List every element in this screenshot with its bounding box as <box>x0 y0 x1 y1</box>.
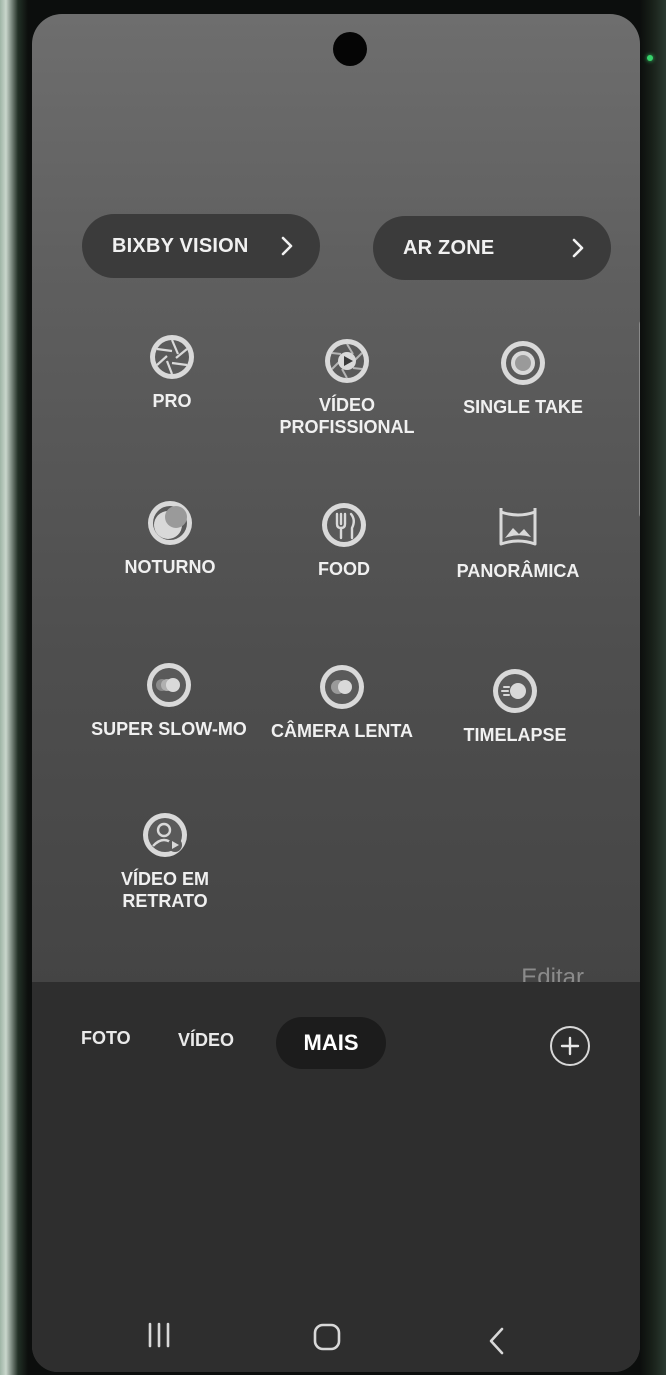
mode-label: PRO <box>152 391 192 411</box>
tab-video[interactable]: VÍDEO <box>178 1030 234 1051</box>
mode-food[interactable]: FOOD <box>249 500 439 580</box>
recent-apps-icon[interactable] <box>144 1320 174 1350</box>
mode-label: FOOD <box>318 559 370 579</box>
mode-pro-video[interactable]: VÍDEO PROFISSIONAL <box>252 336 442 438</box>
status-led <box>647 55 653 61</box>
night-moon-icon <box>148 501 192 545</box>
mode-label: SINGLE TAKE <box>463 397 583 417</box>
mode-portrait-video[interactable]: VÍDEO EM RETRATO <box>70 810 260 912</box>
timelapse-icon <box>493 669 537 713</box>
super-slow-mo-icon <box>147 663 191 707</box>
mode-super-slow-mo[interactable]: SUPER SLOW-MO <box>74 660 264 740</box>
mode-label: CÂMERA LENTA <box>271 721 413 741</box>
chevron-right-icon <box>281 236 293 256</box>
plus-icon <box>560 1036 580 1056</box>
portrait-video-icon <box>143 813 187 857</box>
tab-more-label: MAIS <box>303 1030 359 1055</box>
ar-zone-label: AR ZONE <box>403 236 495 259</box>
mode-night[interactable]: NOTURNO <box>75 498 265 578</box>
home-icon[interactable] <box>312 1322 342 1352</box>
camera-more-modes-screen: BIXBY VISION AR ZONE PRO VÍDEO PROFISSIO… <box>32 14 640 1372</box>
bixby-vision-button[interactable]: BIXBY VISION <box>82 214 320 278</box>
mode-panorama[interactable]: PANORÂMICA <box>423 502 613 582</box>
mode-label: NOTURNO <box>124 557 216 577</box>
bixby-vision-label: BIXBY VISION <box>112 234 249 257</box>
food-fork-icon <box>322 503 366 547</box>
mode-label-line2: PROFISSIONAL <box>279 417 415 437</box>
pro-aperture-icon <box>150 335 194 379</box>
mode-label: PANORÂMICA <box>456 561 580 581</box>
mode-label-line1: VÍDEO EM <box>120 869 209 889</box>
chevron-right-icon <box>572 238 584 258</box>
mode-label: SUPER SLOW-MO <box>91 719 247 739</box>
mode-pro[interactable]: PRO <box>77 332 267 412</box>
back-icon[interactable] <box>484 1326 510 1356</box>
tab-more[interactable]: MAIS <box>276 1017 386 1069</box>
ar-zone-button[interactable]: AR ZONE <box>373 216 611 280</box>
front-camera-cutout <box>333 32 367 66</box>
slow-motion-icon <box>320 665 364 709</box>
mode-timelapse[interactable]: TIMELAPSE <box>420 666 610 746</box>
scrollbar[interactable] <box>639 320 640 518</box>
tab-photo[interactable]: FOTO <box>81 1028 131 1049</box>
mode-label-line2: RETRATO <box>122 891 208 911</box>
mode-label: TIMELAPSE <box>463 725 567 745</box>
add-mode-button[interactable] <box>550 1026 590 1066</box>
pro-video-icon <box>325 339 369 383</box>
mode-slow-motion[interactable]: CÂMERA LENTA <box>247 662 437 742</box>
mode-single-take[interactable]: SINGLE TAKE <box>428 338 618 418</box>
panorama-icon <box>499 508 537 546</box>
single-take-icon <box>501 341 545 385</box>
mode-label-line1: VÍDEO <box>318 395 375 415</box>
